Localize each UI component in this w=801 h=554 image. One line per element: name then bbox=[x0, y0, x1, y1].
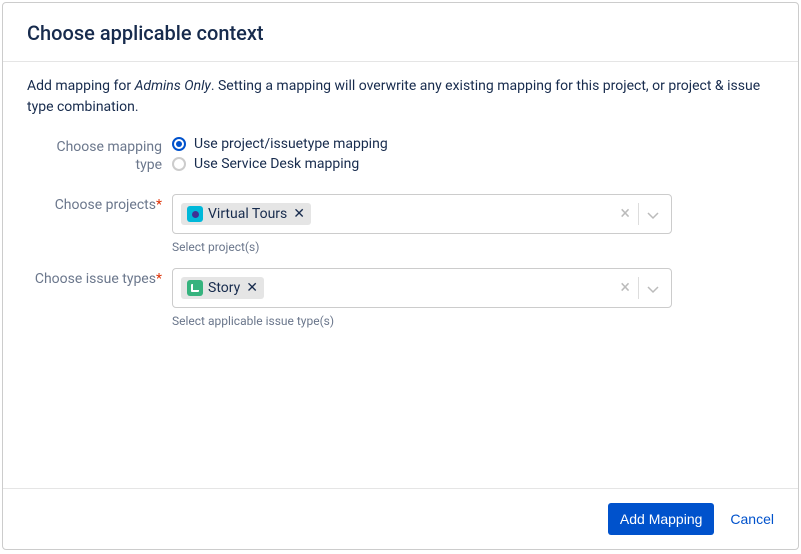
projects-helper: Select project(s) bbox=[172, 240, 774, 254]
dialog-title: Choose applicable context bbox=[27, 21, 774, 45]
chip-remove-icon[interactable]: ✕ bbox=[293, 207, 305, 221]
radio-service-desk[interactable]: Use Service Desk mapping bbox=[172, 156, 774, 172]
issue-types-row: Choose issue types* Story ✕ × Select app… bbox=[27, 268, 774, 328]
projects-multiselect[interactable]: Virtual Tours ✕ × bbox=[172, 194, 672, 234]
issue-types-helper: Select applicable issue type(s) bbox=[172, 314, 774, 328]
dialog-header: Choose applicable context bbox=[3, 3, 798, 61]
required-asterisk: * bbox=[156, 271, 162, 287]
projects-label: Choose projects* bbox=[27, 194, 172, 254]
chip-label: Virtual Tours bbox=[208, 206, 287, 222]
project-chip: Virtual Tours ✕ bbox=[181, 203, 311, 225]
chip-remove-icon[interactable]: ✕ bbox=[246, 281, 258, 295]
issue-type-chip: Story ✕ bbox=[181, 277, 264, 299]
project-icon bbox=[187, 206, 203, 222]
mapping-type-label: Choose mapping type bbox=[27, 136, 172, 176]
story-icon bbox=[187, 280, 203, 296]
radio-icon bbox=[172, 157, 186, 171]
clear-all-icon[interactable]: × bbox=[612, 279, 638, 297]
dialog-footer: Add Mapping Cancel bbox=[3, 488, 798, 549]
radio-label: Use project/issuetype mapping bbox=[194, 136, 388, 152]
projects-row: Choose projects* Virtual Tours ✕ × Selec… bbox=[27, 194, 774, 254]
description-text: Add mapping for Admins Only. Setting a m… bbox=[27, 76, 774, 118]
issue-types-label: Choose issue types* bbox=[27, 268, 172, 328]
description-entity: Admins Only bbox=[135, 78, 211, 94]
dialog-body: Add mapping for Admins Only. Setting a m… bbox=[3, 61, 798, 488]
dialog: Choose applicable context Add mapping fo… bbox=[2, 2, 799, 550]
required-asterisk: * bbox=[156, 197, 162, 213]
description-prefix: Add mapping for bbox=[27, 78, 135, 94]
issue-types-multiselect[interactable]: Story ✕ × bbox=[172, 268, 672, 308]
projects-field: Virtual Tours ✕ × Select project(s) bbox=[172, 194, 774, 254]
radio-label: Use Service Desk mapping bbox=[194, 156, 359, 172]
chevron-down-icon[interactable] bbox=[639, 279, 667, 298]
chip-label: Story bbox=[208, 280, 240, 296]
cancel-button[interactable]: Cancel bbox=[730, 511, 774, 527]
radio-icon bbox=[172, 137, 186, 151]
radio-project-issuetype[interactable]: Use project/issuetype mapping bbox=[172, 136, 774, 152]
issue-types-field: Story ✕ × Select applicable issue type(s… bbox=[172, 268, 774, 328]
add-mapping-button[interactable]: Add Mapping bbox=[608, 503, 715, 535]
mapping-type-row: Choose mapping type Use project/issuetyp… bbox=[27, 136, 774, 176]
chevron-down-icon[interactable] bbox=[639, 205, 667, 224]
mapping-type-field: Use project/issuetype mapping Use Servic… bbox=[172, 136, 774, 176]
clear-all-icon[interactable]: × bbox=[612, 205, 638, 223]
